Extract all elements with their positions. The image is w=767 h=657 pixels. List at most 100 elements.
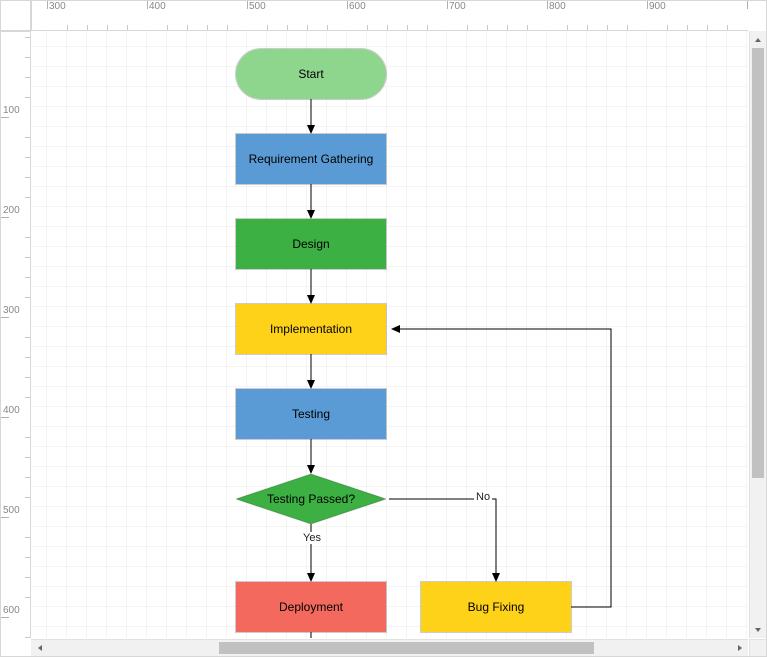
ruler-h-minor — [587, 25, 588, 30]
ruler-h-label: 800 — [549, 1, 566, 12]
scroll-down-button[interactable] — [750, 621, 766, 638]
ruler-v-major — [1, 617, 9, 618]
ruler-v-minor — [25, 57, 30, 58]
edge-label-no: No — [474, 491, 492, 503]
horizontal-scrollbar[interactable] — [31, 639, 748, 656]
ruler-h-minor — [387, 25, 388, 30]
diagram-canvas-container: 3004005006007008009001000 10020030040050… — [0, 0, 767, 657]
ruler-h-minor — [667, 25, 668, 30]
ruler-h-minor — [687, 25, 688, 30]
ruler-v-minor — [25, 97, 30, 98]
ruler-h-label: 600 — [349, 1, 366, 12]
scroll-h-track[interactable] — [48, 640, 731, 656]
node-req-label: Requirement Gathering — [249, 152, 374, 166]
node-design[interactable]: Design — [236, 219, 386, 269]
chevron-down-icon — [754, 626, 762, 634]
scroll-h-thumb[interactable] — [219, 642, 595, 654]
ruler-v-minor — [25, 497, 30, 498]
scroll-v-thumb[interactable] — [752, 48, 764, 478]
ruler-h-minor — [287, 25, 288, 30]
canvas-grid — [31, 31, 748, 638]
ruler-v-minor — [25, 337, 30, 338]
vertical-ruler: 100200300400500600700 — [1, 31, 31, 638]
ruler-h-label: 900 — [649, 1, 666, 12]
ruler-corner — [1, 1, 31, 31]
ruler-h-major — [647, 1, 648, 9]
ruler-v-minor — [25, 537, 30, 538]
ruler-h-minor — [167, 25, 168, 30]
ruler-h-major — [147, 1, 148, 9]
ruler-v-minor — [25, 397, 30, 398]
ruler-v-minor — [25, 157, 30, 158]
ruler-h-minor — [87, 25, 88, 30]
ruler-h-minor — [507, 25, 508, 30]
ruler-h-minor — [607, 25, 608, 30]
ruler-h-minor — [227, 25, 228, 30]
node-deploy-label: Deployment — [279, 600, 343, 614]
ruler-h-minor — [367, 25, 368, 30]
ruler-v-minor — [25, 257, 30, 258]
chevron-up-icon — [754, 36, 762, 44]
ruler-v-minor — [25, 597, 30, 598]
ruler-h-minor — [727, 25, 728, 30]
ruler-h-minor — [207, 25, 208, 30]
ruler-v-minor — [25, 457, 30, 458]
ruler-v-minor — [25, 137, 30, 138]
chevron-right-icon — [736, 644, 744, 652]
diagram-canvas[interactable]: Yes No Start Requirement Gathering Desig… — [31, 31, 748, 638]
node-start[interactable]: Start — [236, 49, 386, 99]
ruler-h-minor — [527, 25, 528, 30]
node-bug-fixing[interactable]: Bug Fixing — [421, 582, 571, 632]
horizontal-ruler: 3004005006007008009001000 — [31, 1, 748, 31]
diagram-viewport: Yes No Start Requirement Gathering Desig… — [31, 31, 748, 638]
node-bugfix-label: Bug Fixing — [468, 600, 525, 614]
ruler-v-major — [1, 317, 9, 318]
node-decision[interactable]: Testing Passed? — [236, 474, 386, 524]
ruler-h-major — [747, 1, 748, 9]
edge-label-yes: Yes — [301, 532, 323, 544]
chevron-left-icon — [36, 644, 44, 652]
ruler-h-minor — [427, 25, 428, 30]
node-implementation[interactable]: Implementation — [236, 304, 386, 354]
ruler-v-minor — [25, 77, 30, 78]
ruler-v-minor — [25, 297, 30, 298]
ruler-h-minor — [187, 25, 188, 30]
scroll-v-track[interactable] — [750, 48, 766, 621]
ruler-v-minor — [25, 437, 30, 438]
ruler-v-major — [1, 117, 9, 118]
scroll-left-button[interactable] — [31, 640, 48, 656]
ruler-v-major — [1, 417, 9, 418]
ruler-h-minor — [67, 25, 68, 30]
ruler-h-label: 700 — [449, 1, 466, 12]
ruler-v-minor — [25, 557, 30, 558]
ruler-v-minor — [25, 637, 30, 638]
ruler-v-label: 300 — [3, 305, 20, 316]
ruler-v-minor — [25, 477, 30, 478]
ruler-v-label: 200 — [3, 205, 20, 216]
ruler-h-label: 300 — [49, 1, 66, 12]
node-testing[interactable]: Testing — [236, 389, 386, 439]
ruler-h-minor — [627, 25, 628, 30]
node-design-label: Design — [292, 237, 329, 251]
ruler-h-minor — [107, 25, 108, 30]
ruler-h-major — [247, 1, 248, 9]
ruler-v-minor — [25, 237, 30, 238]
ruler-h-minor — [307, 25, 308, 30]
ruler-h-major — [347, 1, 348, 9]
ruler-h-minor — [407, 25, 408, 30]
vertical-scrollbar[interactable] — [749, 31, 766, 638]
scroll-up-button[interactable] — [750, 31, 766, 48]
ruler-v-label: 500 — [3, 505, 20, 516]
node-requirement-gathering[interactable]: Requirement Gathering — [236, 134, 386, 184]
node-test-label: Testing — [292, 407, 330, 421]
ruler-h-minor — [267, 25, 268, 30]
ruler-h-minor — [127, 25, 128, 30]
ruler-v-label: 100 — [3, 105, 20, 116]
node-deployment[interactable]: Deployment — [236, 582, 386, 632]
node-decision-label: Testing Passed? — [267, 492, 355, 506]
ruler-v-minor — [25, 197, 30, 198]
ruler-h-major — [47, 1, 48, 9]
ruler-v-minor — [25, 577, 30, 578]
ruler-h-minor — [707, 25, 708, 30]
scroll-right-button[interactable] — [731, 640, 748, 656]
